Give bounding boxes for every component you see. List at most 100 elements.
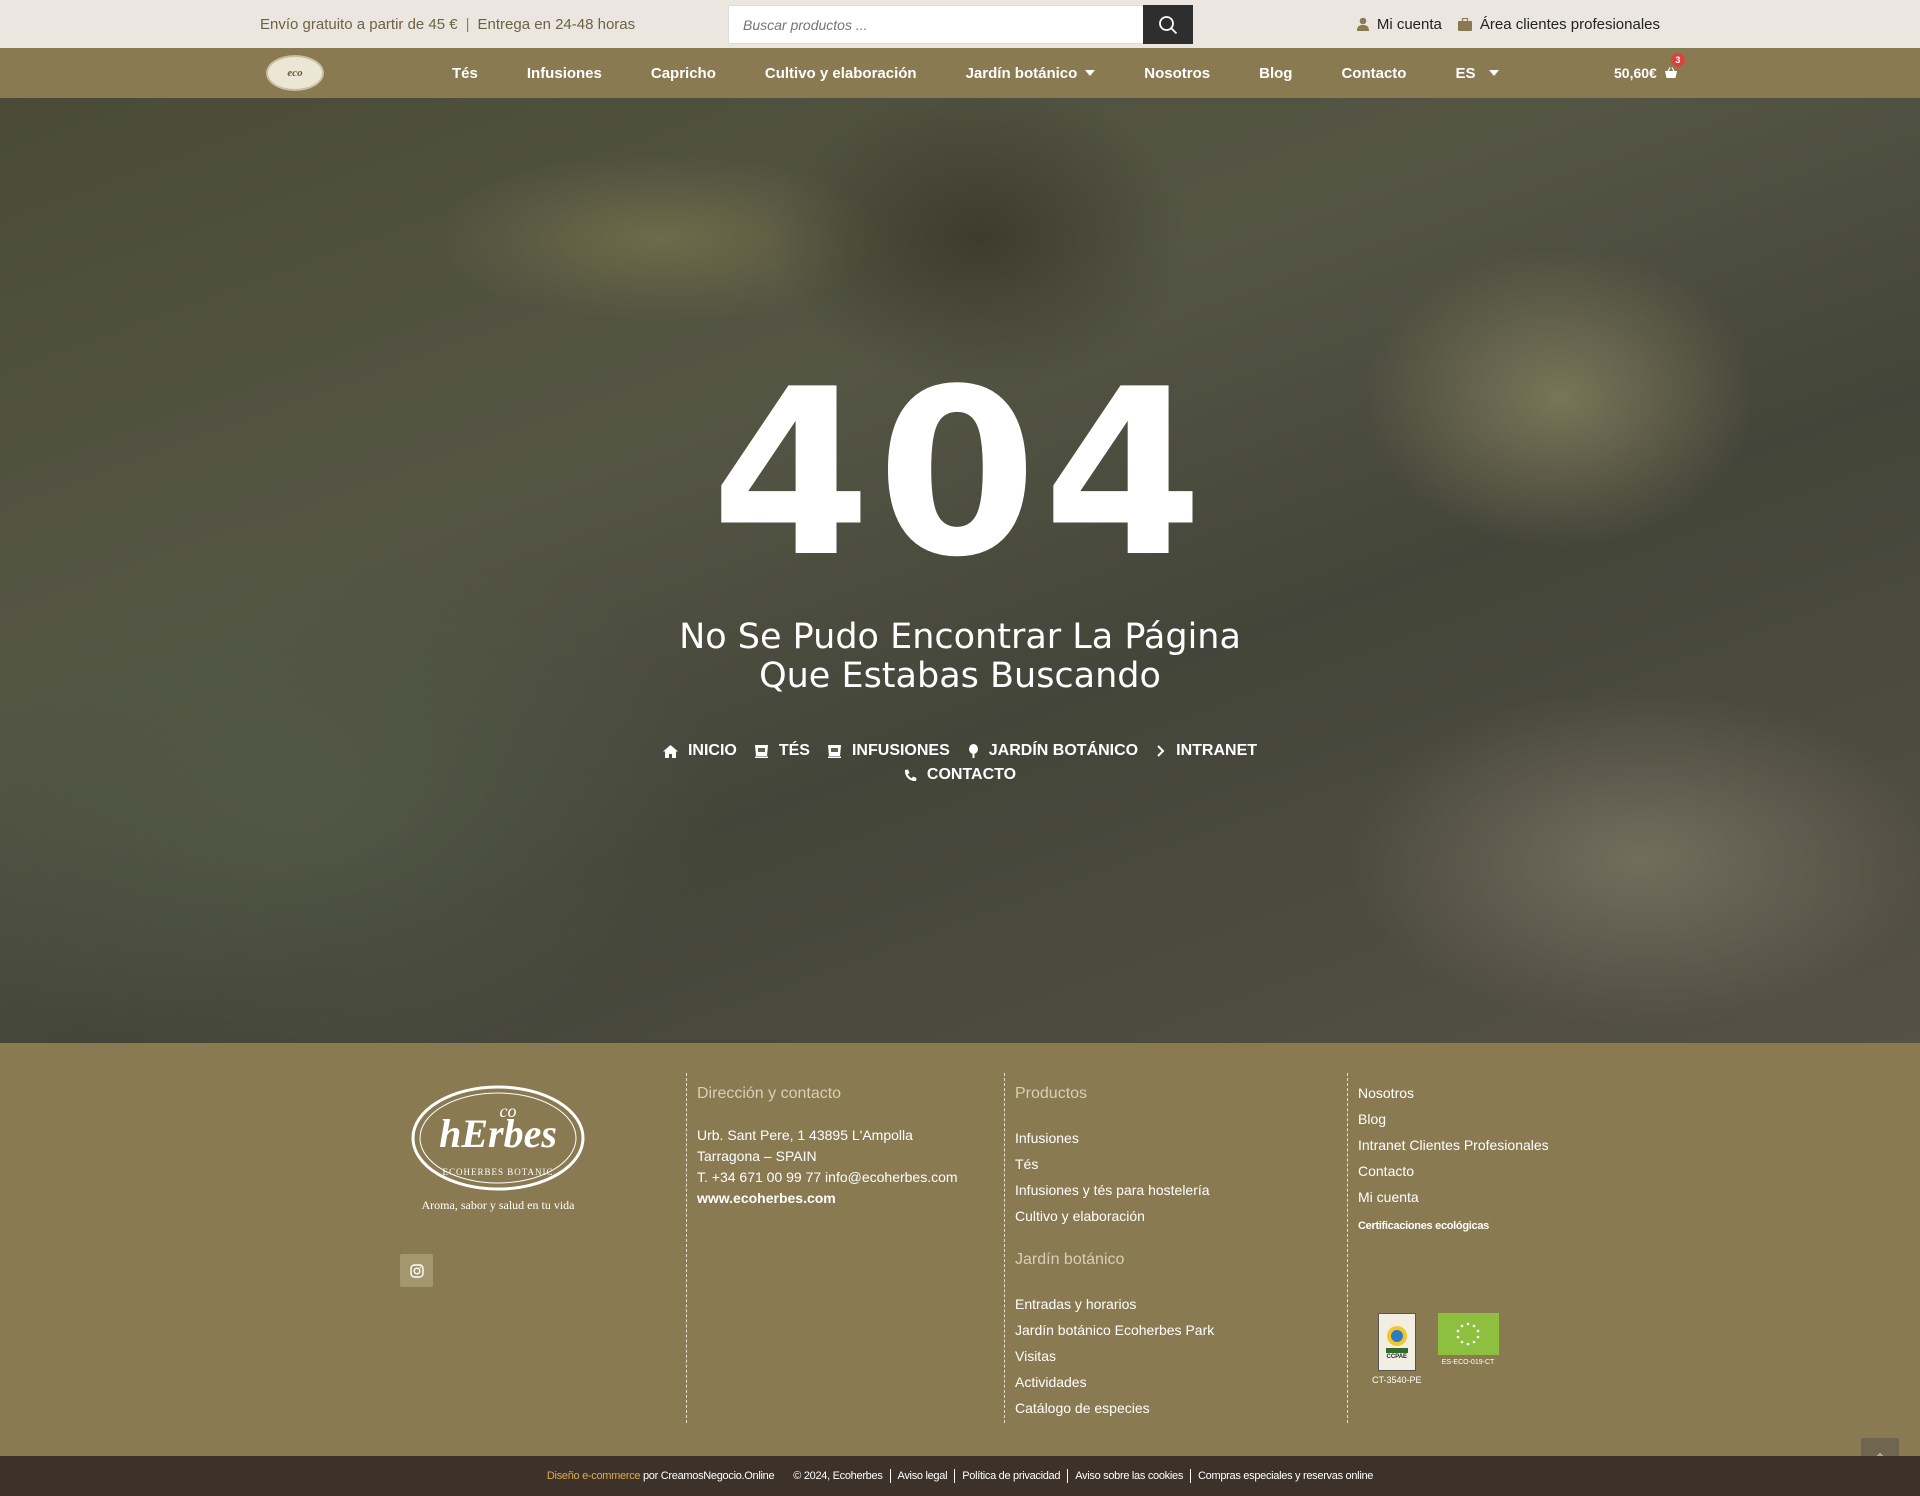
- contact-heading: Dirección y contacto: [697, 1085, 842, 1102]
- quick-link-tes[interactable]: TÉS: [754, 742, 810, 759]
- ccpae-logo: CCPAE: [1377, 1313, 1416, 1371]
- shipping-text: Envío gratuito a partir de 45 €: [260, 15, 458, 33]
- nav-item-label: Nosotros: [1144, 64, 1211, 82]
- phone-email[interactable]: T. +34 671 00 99 77 info@ecoherbes.com: [697, 1167, 986, 1188]
- separator: |: [465, 15, 470, 33]
- quick-link-jardin[interactable]: JARDÍN BOTÁNICO: [968, 742, 1139, 759]
- delivery-text: Entrega en 24-48 horas: [477, 15, 636, 33]
- website-link[interactable]: www.ecoherbes.com: [697, 1188, 986, 1209]
- nav-item-blog[interactable]: Blog: [1259, 65, 1292, 82]
- quick-link-label: INTRANET: [1176, 742, 1258, 759]
- nav-item-jardin[interactable]: Jardín botánico: [966, 65, 1096, 82]
- privacy-link[interactable]: Política de privacidad: [954, 1469, 1067, 1483]
- footer-link-hosteleria[interactable]: Infusiones y tés para hostelería: [1015, 1177, 1304, 1203]
- cup-icon: [827, 744, 841, 758]
- legal-link[interactable]: Aviso legal: [889, 1469, 955, 1483]
- home-icon: [662, 744, 678, 758]
- footer-link-tes[interactable]: Tés: [1015, 1151, 1304, 1177]
- footer-link-blog[interactable]: Blog: [1358, 1109, 1597, 1130]
- quick-link-label: JARDÍN BOTÁNICO: [988, 742, 1139, 759]
- footer-link-actividades[interactable]: Actividades: [1015, 1369, 1304, 1395]
- footer-products-column: Productos Infusiones Tés Infusiones y té…: [1004, 1073, 1304, 1423]
- error-code: 404: [710, 341, 1210, 608]
- ecoherbes-logo[interactable]: hErbes co ECOHERBES BOTANIC: [410, 1083, 586, 1193]
- cup-icon: [754, 744, 768, 758]
- nav-item-nosotros[interactable]: Nosotros: [1144, 65, 1210, 82]
- eu-organic-logo: [1437, 1313, 1499, 1355]
- ccpae-name: CCPAE: [1386, 1354, 1408, 1360]
- footer-link-intranet[interactable]: Intranet Clientes Profesionales: [1358, 1135, 1597, 1156]
- language-selector[interactable]: ES: [1455, 64, 1500, 82]
- my-account-link[interactable]: Mi cuenta: [1356, 15, 1442, 33]
- footer-link-nosotros[interactable]: Nosotros: [1358, 1083, 1597, 1104]
- footer-link-contacto[interactable]: Contacto: [1358, 1161, 1597, 1182]
- nav-menu: Tés Infusiones Capricho Cultivo y elabor…: [452, 48, 1500, 98]
- account-links: Mi cuenta Área clientes profesionales: [1356, 0, 1660, 48]
- header-logo[interactable]: eco: [266, 55, 324, 91]
- caret-down-icon: [1489, 70, 1500, 76]
- quick-link-intranet[interactable]: INTRANET: [1156, 742, 1258, 759]
- search-box: [728, 5, 1193, 44]
- instagram-button[interactable]: [400, 1254, 433, 1287]
- ccpae-seal-icon: [1385, 1326, 1408, 1353]
- nav-item-capricho[interactable]: Capricho: [651, 65, 716, 82]
- quick-link-inicio[interactable]: INICIO: [662, 742, 737, 759]
- search-icon: [1159, 15, 1178, 34]
- copyright: © 2024, Ecoherbes: [793, 1470, 883, 1482]
- footer-link-visitas[interactable]: Visitas: [1015, 1343, 1304, 1369]
- footer-link-mi-cuenta[interactable]: Mi cuenta: [1358, 1187, 1597, 1208]
- cart-icon-wrap: 3: [1664, 53, 1685, 81]
- quick-link-label: INICIO: [687, 742, 737, 759]
- footer-link-entradas[interactable]: Entradas y horarios: [1015, 1291, 1304, 1317]
- nav-item-label: Tés: [452, 64, 478, 82]
- garden-heading: Jardín botánico: [1015, 1251, 1125, 1268]
- footer: hErbes co ECOHERBES BOTANIC Aroma, sabor…: [0, 1043, 1920, 1456]
- nav-item-label: Blog: [1259, 64, 1293, 82]
- cookies-link[interactable]: Aviso sobre las cookies: [1067, 1469, 1190, 1483]
- footer-tagline: Aroma, sabor y salud en tu vida: [421, 1198, 575, 1212]
- nav-item-cultivo[interactable]: Cultivo y elaboración: [765, 65, 917, 82]
- quick-link-contacto[interactable]: CONTACTO: [904, 766, 1017, 783]
- nav-item-label: Capricho: [650, 64, 716, 82]
- ccpae-code: CT-3540-PE: [1372, 1375, 1422, 1385]
- language-label: ES: [1455, 64, 1476, 82]
- hero-content: 404 No Se Pudo Encontrar La Página Que E…: [0, 98, 1920, 1043]
- pro-area-link[interactable]: Área clientes profesionales: [1457, 15, 1660, 33]
- products-heading: Productos: [1015, 1085, 1088, 1102]
- certifications-heading: Certificaciones ecológicas: [1358, 1220, 1489, 1232]
- certifications: CCPAE CT-3540-PE ES-ECO-019-CT: [1372, 1313, 1499, 1385]
- eu-leaf-icon: [1456, 1322, 1480, 1346]
- quick-link-label: TÉS: [778, 742, 810, 759]
- quick-links: INICIO TÉS INFUSIONES JARDÍN BOTÁNICO IN…: [640, 742, 1280, 783]
- design-credit-label: Diseño e-commerce: [546, 1470, 641, 1482]
- search-input[interactable]: [729, 6, 1143, 43]
- error-message: No Se Pudo Encontrar La Página Que Estab…: [679, 617, 1241, 696]
- phone-icon: [904, 769, 917, 781]
- main-nav: eco Tés Infusiones Capricho Cultivo y el…: [0, 48, 1920, 98]
- nav-item-contacto[interactable]: Contacto: [1341, 65, 1406, 82]
- quick-link-infusiones[interactable]: INFUSIONES: [827, 742, 950, 759]
- eu-organic-code: ES-ECO-019-CT: [1441, 1359, 1495, 1366]
- tree-icon: [968, 744, 978, 758]
- footer-link-park[interactable]: Jardín botánico Ecoherbes Park: [1015, 1317, 1304, 1343]
- footer-link-infusiones[interactable]: Infusiones: [1015, 1125, 1304, 1151]
- search-button[interactable]: [1143, 5, 1193, 44]
- quick-link-label: CONTACTO: [926, 766, 1017, 783]
- cart-total: 50,60€: [1614, 65, 1657, 81]
- footer-link-cultivo[interactable]: Cultivo y elaboración: [1015, 1203, 1304, 1229]
- nav-item-label: Infusiones: [526, 64, 602, 82]
- special-purchases-link[interactable]: Compras especiales y reservas online: [1190, 1469, 1380, 1483]
- caret-down-icon: [1085, 70, 1096, 76]
- footer-link-catalogo[interactable]: Catálogo de especies: [1015, 1395, 1304, 1421]
- cart-count-badge: 3: [1670, 53, 1685, 67]
- nav-item-infusiones[interactable]: Infusiones: [527, 65, 602, 82]
- design-credit[interactable]: Diseño e-commerce por CreamosNegocio.Onl…: [540, 1469, 781, 1483]
- cart-button[interactable]: 50,60€ 3: [1614, 48, 1685, 98]
- basket-icon: [1664, 67, 1677, 78]
- pro-area-label: Área clientes profesionales: [1479, 15, 1660, 33]
- quick-link-label: INFUSIONES: [851, 742, 950, 759]
- eu-organic-certificate: ES-ECO-019-CT: [1437, 1313, 1499, 1366]
- chevron-right-icon: [1157, 745, 1165, 757]
- my-account-label: Mi cuenta: [1376, 15, 1442, 33]
- nav-item-tes[interactable]: Tés: [452, 65, 478, 82]
